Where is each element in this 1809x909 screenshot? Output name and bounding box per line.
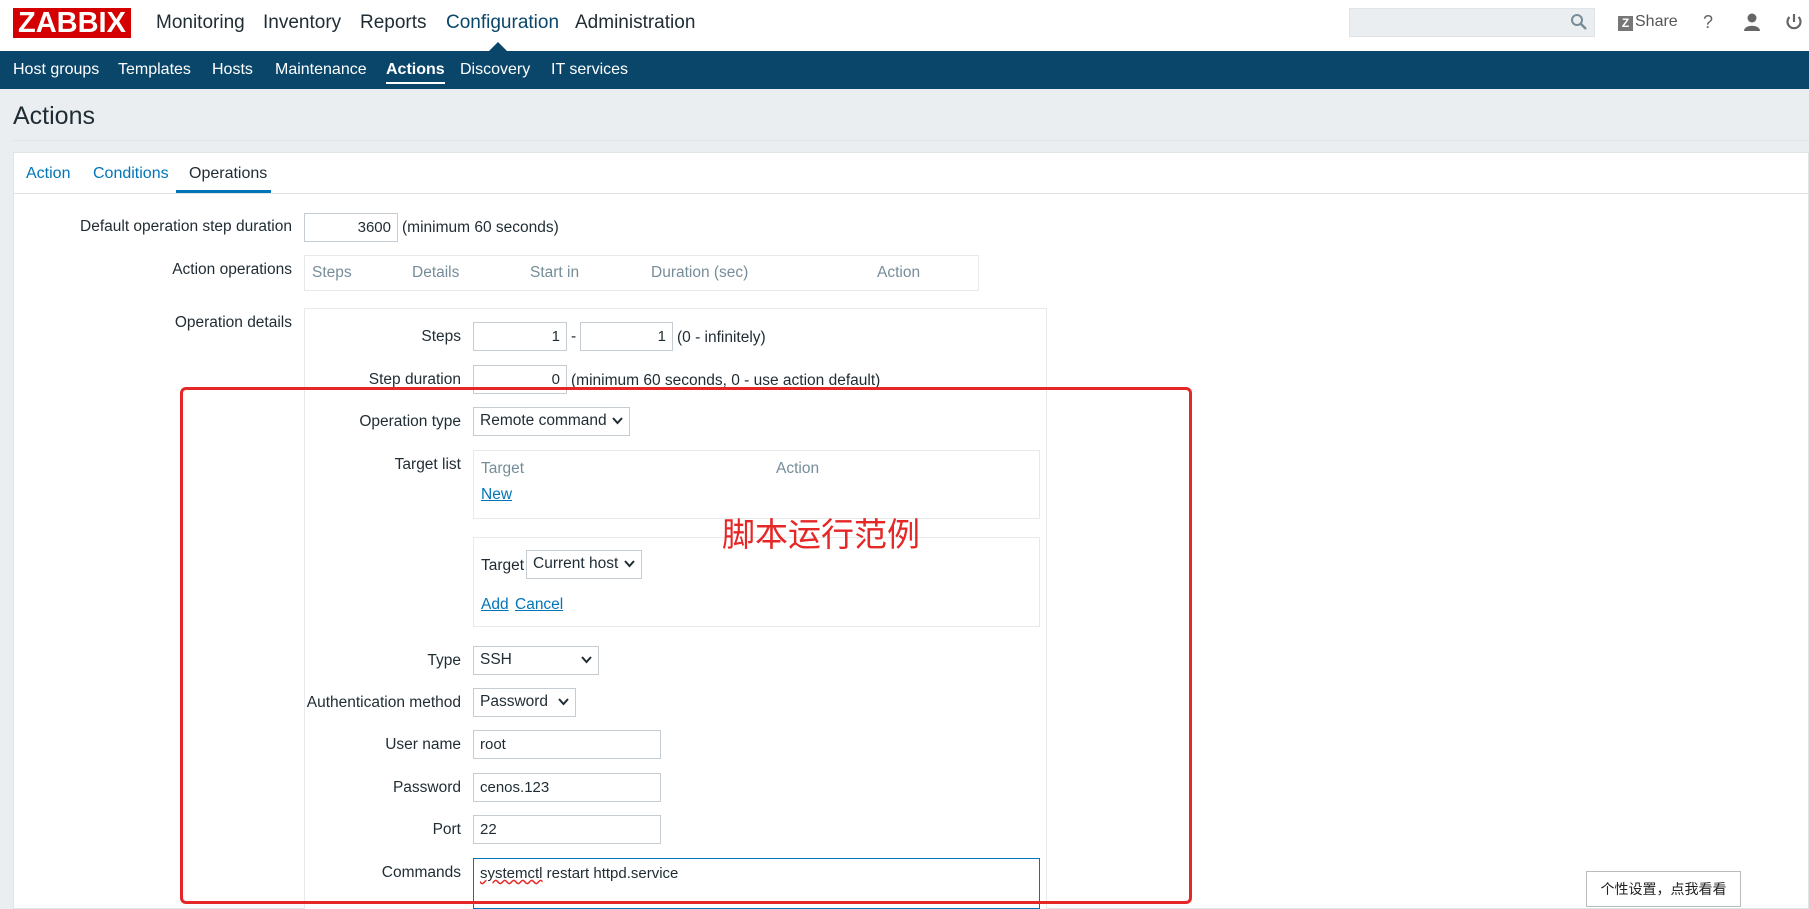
steps-from-input[interactable] [473, 322, 567, 351]
menu-monitoring[interactable]: Monitoring [156, 12, 245, 34]
submenu-templates[interactable]: Templates [118, 61, 191, 79]
menu-configuration[interactable]: Configuration [446, 12, 559, 34]
default-step-duration-input[interactable] [304, 213, 398, 242]
steps-to-input[interactable] [580, 322, 673, 351]
top-header: ZABBIX Monitoring Inventory Reports Conf… [0, 0, 1809, 52]
tab-action[interactable]: Action [26, 165, 70, 183]
divider [13, 140, 1809, 141]
personalize-tooltip[interactable]: 个性设置，点我看看 [1586, 871, 1741, 907]
menu-reports[interactable]: Reports [360, 12, 427, 34]
zabbix-share-icon: Z [1618, 16, 1633, 31]
sign-out-icon[interactable] [1786, 12, 1802, 32]
default-step-duration-label: Default operation step duration [80, 218, 292, 235]
column-steps: Steps [312, 264, 352, 281]
default-step-duration-hint: (minimum 60 seconds) [402, 219, 559, 236]
steps-separator: - [571, 328, 577, 345]
active-tab-indicator [176, 190, 271, 193]
menu-inventory[interactable]: Inventory [263, 12, 341, 34]
search-icon[interactable] [1570, 13, 1588, 31]
share-button[interactable]: Z Share [1618, 13, 1678, 31]
steps-hint: (0 - infinitely) [677, 329, 766, 346]
search-input[interactable] [1349, 8, 1595, 37]
column-duration: Duration (sec) [651, 264, 749, 281]
help-icon[interactable]: ? [1703, 12, 1713, 33]
zabbix-logo[interactable]: ZABBIX [13, 8, 131, 38]
submenu-actions[interactable]: Actions [386, 61, 445, 84]
submenu-discovery[interactable]: Discovery [460, 61, 530, 79]
annotation-highlight-box [180, 387, 1192, 904]
steps-label: Steps [421, 328, 461, 345]
submenu-it-services[interactable]: IT services [551, 61, 628, 79]
tab-bar: Action Conditions Operations [13, 152, 1809, 194]
column-details: Details [412, 264, 460, 281]
column-start-in: Start in [530, 264, 580, 281]
tab-conditions[interactable]: Conditions [93, 165, 169, 183]
operation-details-label: Operation details [174, 314, 292, 331]
user-profile-icon[interactable] [1742, 12, 1762, 32]
action-operations-table: Steps Details Start in Duration (sec) Ac… [304, 255, 979, 291]
submenu-maintenance[interactable]: Maintenance [275, 61, 367, 79]
page-title: Actions [13, 102, 95, 130]
annotation-label: 脚本运行范例 [722, 516, 920, 553]
submenu-hosts[interactable]: Hosts [212, 61, 253, 79]
share-label: Share [1635, 13, 1678, 30]
sub-menu: Host groups Templates Hosts Maintenance … [0, 51, 1809, 89]
column-action: Action [877, 264, 921, 281]
submenu-host-groups[interactable]: Host groups [13, 61, 99, 79]
menu-administration[interactable]: Administration [575, 12, 695, 34]
tab-operations[interactable]: Operations [189, 165, 267, 183]
action-operations-label: Action operations [172, 261, 292, 278]
